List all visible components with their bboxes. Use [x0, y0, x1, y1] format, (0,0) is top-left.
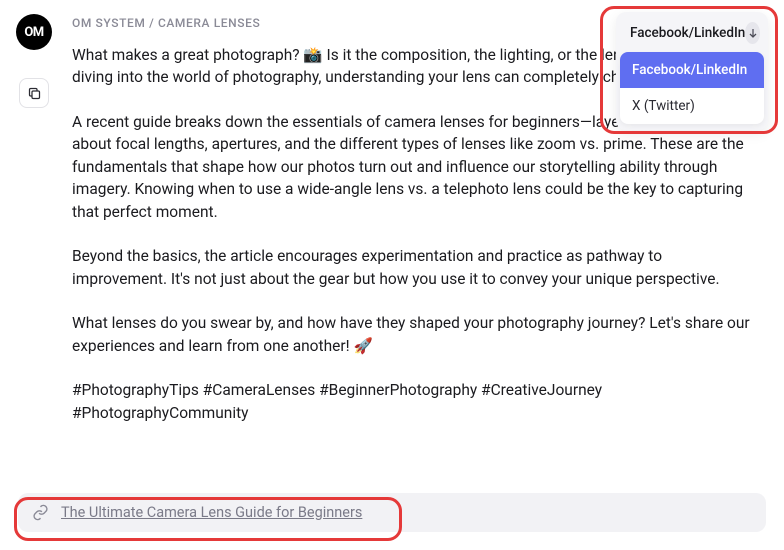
hashtags: #PhotographyTips #CameraLenses #Beginner… [72, 379, 758, 424]
paragraph: Beyond the basics, the article encourage… [72, 245, 758, 290]
dropdown-option-x-twitter[interactable]: X (Twitter) [620, 88, 764, 124]
link-icon [32, 504, 49, 521]
left-rail: OM [10, 10, 58, 436]
attached-link[interactable]: The Ultimate Camera Lens Guide for Begin… [18, 493, 766, 532]
avatar[interactable]: OM [16, 14, 52, 50]
attached-link-title: The Ultimate Camera Lens Guide for Begin… [61, 504, 362, 521]
platform-dropdown-toggle[interactable]: Facebook/LinkedIn [618, 14, 766, 52]
copy-button[interactable] [19, 78, 49, 108]
avatar-initials: OM [24, 25, 43, 40]
dropdown-option-label: Facebook/LinkedIn [632, 62, 747, 78]
platform-dropdown-menu: Facebook/LinkedIn X (Twitter) [620, 52, 764, 124]
chevron-down-icon [745, 22, 760, 44]
paragraph: What lenses do you swear by, and how hav… [72, 312, 758, 357]
platform-dropdown: Facebook/LinkedIn Facebook/LinkedIn X (T… [616, 12, 768, 130]
dropdown-option-facebook-linkedin[interactable]: Facebook/LinkedIn [620, 52, 764, 88]
dropdown-option-label: X (Twitter) [632, 98, 695, 114]
copy-icon [27, 86, 42, 101]
dropdown-selected-label: Facebook/LinkedIn [630, 25, 745, 41]
